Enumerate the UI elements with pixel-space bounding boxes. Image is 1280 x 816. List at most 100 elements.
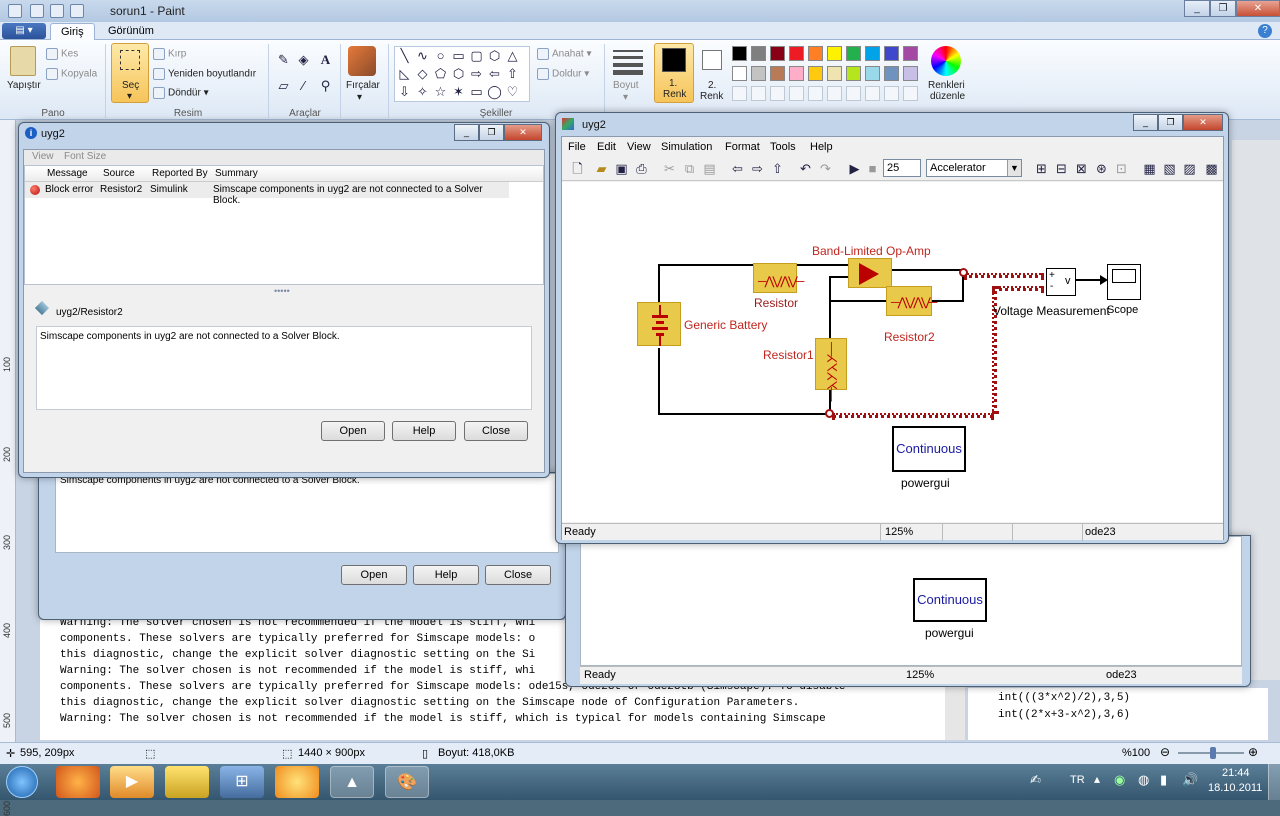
palette-swatch[interactable] bbox=[846, 46, 861, 61]
diag-close-window-button[interactable]: ✕ bbox=[504, 124, 542, 141]
palette-swatch[interactable] bbox=[865, 46, 880, 61]
build-icon[interactable]: ⊟ bbox=[1054, 161, 1069, 176]
zoom-slider-thumb[interactable] bbox=[1210, 747, 1216, 759]
diag-maximize-button[interactable]: ❐ bbox=[479, 124, 504, 141]
diag-message-list[interactable]: Message Source Reported By Summary Block… bbox=[24, 165, 544, 285]
paint-minimize-button[interactable]: _ bbox=[1184, 0, 1210, 17]
pencil-icon[interactable]: ✎ bbox=[276, 52, 291, 67]
palette-swatch[interactable] bbox=[732, 46, 747, 61]
paint-file-menu-button[interactable]: ▤ ▾ bbox=[2, 23, 46, 39]
scope-block[interactable] bbox=[1107, 264, 1141, 300]
palette-swatch[interactable] bbox=[827, 66, 842, 81]
cut-icon[interactable]: ✂ bbox=[662, 161, 677, 176]
palette-empty-swatch[interactable] bbox=[732, 86, 747, 101]
magnifier-icon[interactable]: ⚲ bbox=[318, 78, 333, 93]
palette-swatch[interactable] bbox=[789, 66, 804, 81]
menu-help[interactable]: Help bbox=[810, 141, 833, 153]
menu-view[interactable]: View bbox=[32, 151, 54, 162]
menu-file[interactable]: File bbox=[568, 141, 586, 153]
paint-maximize-button[interactable]: ❐ bbox=[1210, 0, 1236, 17]
palette-swatch[interactable] bbox=[770, 66, 785, 81]
keyboard-icon[interactable]: ✍ bbox=[1030, 772, 1041, 788]
explorer-icon[interactable] bbox=[165, 766, 209, 798]
start-button[interactable] bbox=[6, 766, 38, 798]
fill-icon[interactable]: ◈ bbox=[296, 52, 311, 67]
color1-button[interactable]: 1. Renk bbox=[654, 43, 694, 103]
new-model-icon[interactable]: 🗋 bbox=[570, 161, 585, 176]
print-icon[interactable]: ⎙ bbox=[634, 161, 649, 176]
palette-swatch[interactable] bbox=[846, 66, 861, 81]
menu-font-size[interactable]: Font Size bbox=[64, 151, 106, 162]
network-icon[interactable]: ◉ bbox=[1114, 772, 1125, 788]
undo-icon[interactable] bbox=[50, 4, 64, 18]
up-icon[interactable]: ⇧ bbox=[770, 161, 785, 176]
resistor1-block[interactable]: │ ⋋ ⋌ ⋋ ⋌ │ bbox=[815, 338, 847, 400]
resistor-block[interactable]: ─⋀⋁⋀⋁─ bbox=[753, 263, 804, 293]
splitter-handle[interactable]: ••••• bbox=[274, 286, 290, 296]
model-advisor-icon[interactable]: ⊞ bbox=[1034, 161, 1049, 176]
palette-swatch[interactable] bbox=[827, 46, 842, 61]
sim-mode-select[interactable]: Accelerator ▼ bbox=[926, 159, 1022, 177]
help-icon[interactable]: ? bbox=[1258, 24, 1272, 38]
debug-icon[interactable]: ⊛ bbox=[1094, 161, 1109, 176]
bg-help-button[interactable]: Help bbox=[413, 565, 479, 585]
connection-node[interactable] bbox=[825, 409, 834, 418]
resistor2-block[interactable]: ─⋀⋁⋀⋁─ bbox=[886, 286, 937, 316]
palette-empty-swatch[interactable] bbox=[789, 86, 804, 101]
paint-taskbar-icon[interactable]: 🎨 bbox=[385, 766, 429, 798]
open-icon[interactable]: ▰ bbox=[594, 161, 609, 176]
palette-swatch[interactable] bbox=[865, 66, 880, 81]
tab-gorunum[interactable]: Görünüm bbox=[98, 23, 164, 40]
text-icon[interactable]: A bbox=[318, 52, 333, 67]
save-icon[interactable] bbox=[30, 4, 44, 18]
crop-button[interactable]: Kırp bbox=[153, 48, 186, 60]
palette-empty-swatch[interactable] bbox=[827, 86, 842, 101]
palette-swatch[interactable] bbox=[903, 66, 918, 81]
back-icon[interactable]: ⇦ bbox=[730, 161, 745, 176]
redo-icon[interactable]: ↷ bbox=[818, 161, 833, 176]
redo-icon[interactable] bbox=[70, 4, 84, 18]
eraser-icon[interactable]: ▱ bbox=[276, 78, 291, 93]
bg-powergui-block[interactable]: Continuous bbox=[913, 578, 987, 622]
simulink-canvas[interactable]: Generic Battery ─⋀⋁⋀⋁─ Resistor Band-Lim… bbox=[562, 182, 1223, 522]
save-icon[interactable]: ▣ bbox=[614, 161, 629, 176]
palette-empty-swatch[interactable] bbox=[865, 86, 880, 101]
color-picker-icon[interactable]: ⁄ bbox=[296, 78, 311, 93]
stop-time-input[interactable]: 25 bbox=[883, 159, 921, 177]
color2-button[interactable]: Renk bbox=[700, 91, 723, 102]
menu-edit[interactable]: Edit bbox=[597, 141, 616, 153]
palette-empty-swatch[interactable] bbox=[903, 86, 918, 101]
col-message[interactable]: Message bbox=[47, 168, 88, 179]
palette-swatch[interactable] bbox=[789, 46, 804, 61]
col-summary[interactable]: Summary bbox=[215, 168, 258, 179]
menu-format[interactable]: Format bbox=[725, 141, 760, 153]
outline-button[interactable]: Anahat ▾ bbox=[537, 48, 592, 60]
history-item[interactable]: int((2*x+3-x^2),3,6) bbox=[998, 707, 1130, 723]
palette-swatch[interactable] bbox=[903, 46, 918, 61]
tray-arrow-icon[interactable]: ▴ bbox=[1094, 772, 1100, 786]
palette-empty-swatch[interactable] bbox=[846, 86, 861, 101]
command-history[interactable]: int(((3*x^2)/2),3,5) int((2*x+3-x^2),3,6… bbox=[968, 688, 1268, 740]
app-icon[interactable] bbox=[275, 766, 319, 798]
paint-app-icon[interactable] bbox=[8, 4, 22, 18]
brushes-button[interactable]: Fırçalar bbox=[346, 80, 380, 91]
detail-path[interactable]: uyg2/Resistor2 bbox=[56, 307, 123, 318]
run-icon[interactable]: ▶ bbox=[847, 161, 862, 176]
palette-empty-swatch[interactable] bbox=[808, 86, 823, 101]
table-row[interactable]: Block error Resistor2 Simulink Simscape … bbox=[25, 182, 509, 206]
blank-icon[interactable]: ⊡ bbox=[1114, 161, 1129, 176]
select-button[interactable]: Seç ▾ bbox=[111, 43, 149, 103]
palette-empty-swatch[interactable] bbox=[770, 86, 785, 101]
stop-icon[interactable]: ■ bbox=[865, 161, 880, 176]
explorer-icon[interactable]: ▧ bbox=[1162, 161, 1177, 176]
clock-time[interactable]: 21:44 bbox=[1222, 767, 1250, 779]
size-button[interactable]: Boyut bbox=[613, 80, 639, 91]
rotate-button[interactable]: Döndür ▾ bbox=[153, 87, 209, 99]
palette-swatch[interactable] bbox=[751, 66, 766, 81]
library-browser-icon[interactable]: ▦ bbox=[1142, 161, 1157, 176]
menu-tools[interactable]: Tools bbox=[770, 141, 796, 153]
palette-swatch[interactable] bbox=[884, 66, 899, 81]
zoom-out-button[interactable]: ⊖ bbox=[1160, 745, 1170, 759]
color2-swatch[interactable] bbox=[702, 50, 722, 70]
palette-empty-swatch[interactable] bbox=[751, 86, 766, 101]
